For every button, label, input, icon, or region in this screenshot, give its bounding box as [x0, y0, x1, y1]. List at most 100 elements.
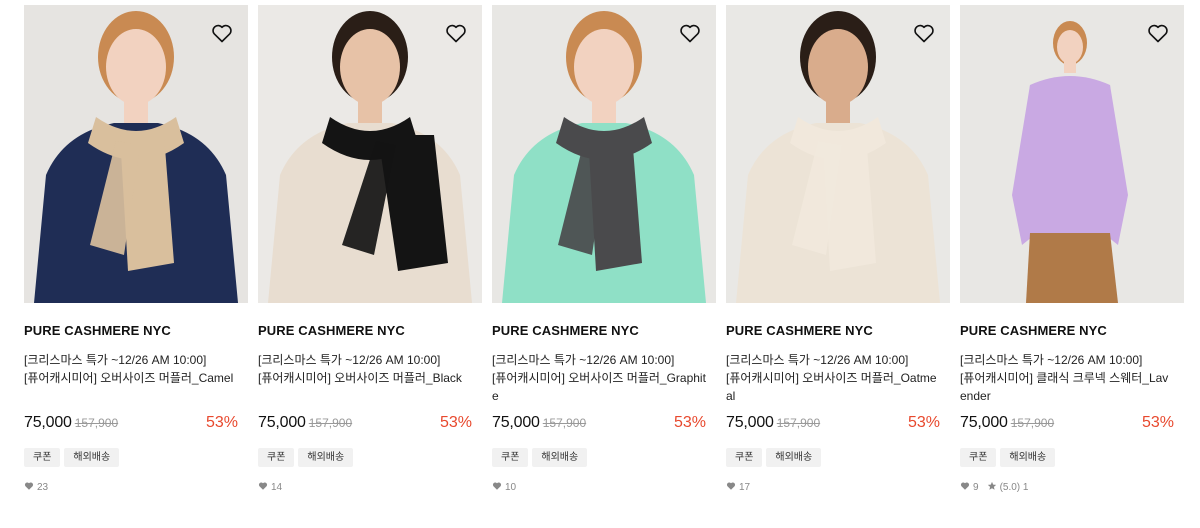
sale-price: 75,000	[726, 414, 774, 431]
product-brand[interactable]: PURE CASHMERE NYC	[258, 323, 482, 338]
wishlist-heart-icon[interactable]	[1146, 21, 1170, 45]
sale-price: 75,000	[24, 414, 72, 431]
overseas-shipping-badge: 해외배송	[298, 448, 354, 467]
price-row: 75,000 157,900 53%	[258, 414, 482, 436]
product-title[interactable]: [크리스마스 특가 ~12/26 AM 10:00] [퓨어캐시미어] 오버사이…	[24, 351, 238, 405]
overseas-shipping-badge: 해외배송	[766, 448, 822, 467]
product-brand[interactable]: PURE CASHMERE NYC	[492, 323, 716, 338]
rating-value: (5.0)	[999, 482, 1021, 493]
like-count: 9	[960, 481, 979, 494]
sale-price: 75,000	[492, 414, 540, 431]
product-photo	[492, 5, 716, 303]
sale-price: 75,000	[258, 414, 306, 431]
like-count-value: 23	[37, 482, 49, 493]
original-price: 157,900	[308, 416, 353, 430]
discount-rate: 53%	[907, 414, 940, 431]
product-title[interactable]: [크리스마스 특가 ~12/26 AM 10:00] [퓨어캐시미어] 오버사이…	[726, 351, 940, 405]
discount-rate: 53%	[1141, 414, 1174, 431]
wishlist-heart-icon[interactable]	[912, 21, 936, 45]
title-name-line: [퓨어캐시미어] 오버사이즈 머플러_Camel	[24, 371, 234, 385]
heart-icon	[492, 481, 505, 494]
product-meta: 17	[726, 481, 950, 494]
price-row: 75,000 157,900 53%	[726, 414, 950, 436]
original-price: 157,900	[542, 416, 587, 430]
original-price: 157,900	[1010, 416, 1055, 430]
heart-icon	[960, 481, 973, 494]
coupon-badge: 쿠폰	[24, 448, 61, 467]
like-count: 23	[24, 481, 48, 494]
title-promo-line: [크리스마스 특가 ~12/26 AM 10:00]	[24, 353, 207, 367]
title-promo-line: [크리스마스 특가 ~12/26 AM 10:00]	[492, 353, 675, 367]
heart-icon	[24, 481, 37, 494]
original-price: 157,900	[74, 416, 119, 430]
wishlist-heart-icon[interactable]	[210, 21, 234, 45]
coupon-badge: 쿠폰	[258, 448, 295, 467]
product-photo	[960, 5, 1184, 303]
overseas-shipping-badge: 해외배송	[532, 448, 588, 467]
title-name-line: [퓨어캐시미어] 오버사이즈 머플러_Black	[258, 371, 462, 385]
discount-rate: 53%	[439, 414, 472, 431]
title-promo-line: [크리스마스 특가 ~12/26 AM 10:00]	[726, 353, 909, 367]
title-promo-line: [크리스마스 특가 ~12/26 AM 10:00]	[258, 353, 441, 367]
product-brand[interactable]: PURE CASHMERE NYC	[960, 323, 1184, 338]
wishlist-heart-icon[interactable]	[444, 21, 468, 45]
original-price: 157,900	[776, 416, 821, 430]
sale-price: 75,000	[960, 414, 1008, 431]
title-name-line: [퓨어캐시미어] 오버사이즈 머플러_Oatmeal	[726, 371, 937, 403]
product-image[interactable]	[960, 5, 1184, 303]
product-title[interactable]: [크리스마스 특가 ~12/26 AM 10:00] [퓨어캐시미어] 클래식 …	[960, 351, 1174, 405]
badge-list: 쿠폰 해외배송	[960, 447, 1184, 467]
product-title[interactable]: [크리스마스 특가 ~12/26 AM 10:00] [퓨어캐시미어] 오버사이…	[258, 351, 472, 405]
title-name-line: [퓨어캐시미어] 오버사이즈 머플러_Graphite	[492, 371, 706, 403]
product-meta: 10	[492, 481, 716, 494]
wishlist-heart-icon[interactable]	[678, 21, 702, 45]
product-card[interactable]: PURE CASHMERE NYC [크리스마스 특가 ~12/26 AM 10…	[726, 5, 950, 494]
product-photo	[24, 5, 248, 303]
title-promo-line: [크리스마스 특가 ~12/26 AM 10:00]	[960, 353, 1143, 367]
price-row: 75,000 157,900 53%	[960, 414, 1184, 436]
price-row: 75,000 157,900 53%	[24, 414, 248, 436]
star-icon	[987, 481, 1000, 494]
overseas-shipping-badge: 해외배송	[1000, 448, 1056, 467]
product-meta: 9 (5.0) 1	[960, 481, 1184, 494]
heart-icon	[258, 481, 271, 494]
badge-list: 쿠폰 해외배송	[24, 447, 248, 467]
discount-rate: 53%	[673, 414, 706, 431]
badge-list: 쿠폰 해외배송	[492, 447, 716, 467]
title-name-line: [퓨어캐시미어] 클래식 크루넥 스웨터_Lavender	[960, 371, 1169, 403]
product-image[interactable]	[24, 5, 248, 303]
product-image[interactable]	[492, 5, 716, 303]
badge-list: 쿠폰 해외배송	[726, 447, 950, 467]
product-image[interactable]	[726, 5, 950, 303]
product-grid: PURE CASHMERE NYC [크리스마스 특가 ~12/26 AM 10…	[0, 0, 1200, 528]
like-count: 17	[726, 481, 750, 494]
product-brand[interactable]: PURE CASHMERE NYC	[726, 323, 950, 338]
product-image[interactable]	[258, 5, 482, 303]
like-count-value: 9	[973, 482, 979, 493]
like-count-value: 10	[505, 482, 517, 493]
product-brand[interactable]: PURE CASHMERE NYC	[24, 323, 248, 338]
product-card[interactable]: PURE CASHMERE NYC [크리스마스 특가 ~12/26 AM 10…	[258, 5, 482, 494]
review-count: 1	[1022, 482, 1029, 493]
coupon-badge: 쿠폰	[726, 448, 763, 467]
product-title[interactable]: [크리스마스 특가 ~12/26 AM 10:00] [퓨어캐시미어] 오버사이…	[492, 351, 706, 405]
product-meta: 23	[24, 481, 248, 494]
like-count-value: 17	[739, 482, 751, 493]
overseas-shipping-badge: 해외배송	[64, 448, 120, 467]
product-photo	[258, 5, 482, 303]
product-photo	[726, 5, 950, 303]
coupon-badge: 쿠폰	[492, 448, 529, 467]
coupon-badge: 쿠폰	[960, 448, 997, 467]
product-card[interactable]: PURE CASHMERE NYC [크리스마스 특가 ~12/26 AM 10…	[492, 5, 716, 494]
like-count: 14	[258, 481, 282, 494]
like-count-value: 14	[271, 482, 283, 493]
price-row: 75,000 157,900 53%	[492, 414, 716, 436]
discount-rate: 53%	[205, 414, 238, 431]
badge-list: 쿠폰 해외배송	[258, 447, 482, 467]
heart-icon	[726, 481, 739, 494]
product-card[interactable]: PURE CASHMERE NYC [크리스마스 특가 ~12/26 AM 10…	[960, 5, 1184, 494]
like-count: 10	[492, 481, 516, 494]
review-rating: (5.0) 1	[987, 481, 1029, 494]
product-meta: 14	[258, 481, 482, 494]
product-card[interactable]: PURE CASHMERE NYC [크리스마스 특가 ~12/26 AM 10…	[24, 5, 248, 494]
